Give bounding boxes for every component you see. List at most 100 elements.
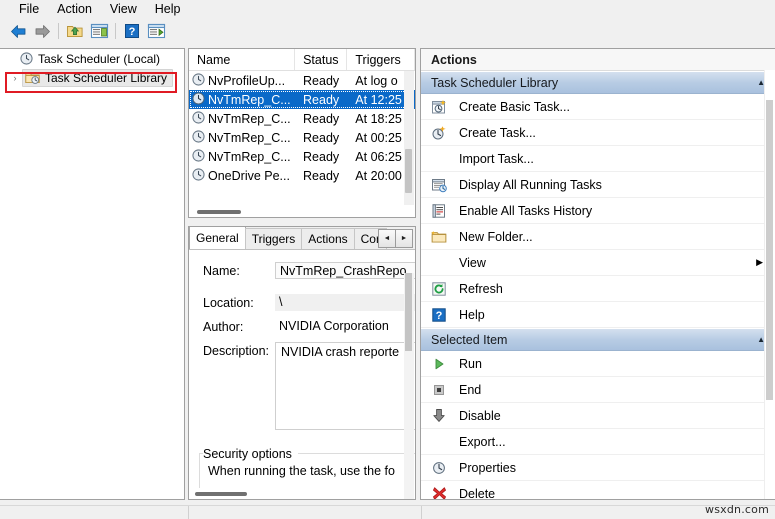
table-row[interactable]: NvTmRep_C... Ready At 06:25 <box>189 147 415 166</box>
action-disable[interactable]: Disable <box>421 403 775 429</box>
cell-name: NvProfileUp... <box>208 73 286 88</box>
actions-pane-title: Actions <box>421 49 775 71</box>
action-enable-all-tasks-history[interactable]: Enable All Tasks History <box>421 198 775 224</box>
action-import-task[interactable]: Import Task... <box>421 146 775 172</box>
table-row[interactable]: NvTmRep_C... Ready At 18:25 <box>189 109 415 128</box>
properties-clock-icon <box>429 459 449 477</box>
menu-help[interactable]: Help <box>146 0 190 19</box>
task-scheduler-window: File Action View Help ? Task Scheduler (… <box>0 0 775 519</box>
back-button[interactable] <box>7 21 29 42</box>
description-field[interactable]: NVIDIA crash reporte <box>275 342 415 430</box>
cell-status: Ready <box>303 149 340 164</box>
action-delete[interactable]: Delete <box>421 481 775 499</box>
tree-item-task-scheduler-library[interactable]: › Task Scheduler Library <box>0 68 184 87</box>
help-button[interactable]: ? <box>121 21 143 42</box>
action-refresh[interactable]: Refresh <box>421 276 775 302</box>
status-bar <box>0 505 775 519</box>
end-stop-icon <box>429 381 449 399</box>
delete-x-icon <box>429 485 449 499</box>
tab-actions[interactable]: Actions <box>301 228 355 249</box>
author-field-label: Author: <box>203 320 244 334</box>
table-row[interactable]: NvProfileUp... Ready At log o <box>189 71 415 90</box>
tree-item-task-scheduler-local[interactable]: Task Scheduler (Local) <box>0 49 184 68</box>
console-tree-pane: Task Scheduler (Local) › Task Scheduler … <box>0 48 185 500</box>
menu-bar: File Action View Help <box>0 0 775 19</box>
actions-group-label: Selected Item <box>431 332 508 347</box>
column-header-name[interactable]: Name <box>189 49 296 70</box>
tree-item-label: Task Scheduler (Local) <box>38 51 161 66</box>
action-help[interactable]: ? Help <box>421 302 775 328</box>
location-value: \ <box>275 294 415 311</box>
table-row[interactable]: OneDrive Pe... Ready At 20:00 <box>189 166 415 185</box>
status-cell-list <box>189 506 422 519</box>
menu-file[interactable]: File <box>10 0 48 19</box>
show-hide-action-pane-button[interactable] <box>145 21 167 42</box>
up-one-level-button[interactable] <box>64 21 86 42</box>
details-vertical-scrollbar[interactable] <box>404 273 414 499</box>
action-label: Enable All Tasks History <box>459 203 593 218</box>
name-field[interactable]: NvTmRep_CrashRepo <box>275 262 415 279</box>
chevron-right-icon[interactable]: › <box>8 71 22 85</box>
forward-button[interactable] <box>31 21 53 42</box>
disable-down-arrow-icon <box>429 407 449 425</box>
tab-scroll-prev-button[interactable]: ◄ <box>378 229 396 248</box>
action-label: Import Task... <box>459 151 534 166</box>
task-list-vertical-scrollbar[interactable] <box>404 71 414 205</box>
task-clock-icon <box>192 91 205 108</box>
task-list-horizontal-scrollbar[interactable] <box>197 210 241 214</box>
submenu-arrow-icon: ▶ <box>756 257 763 267</box>
action-label: View <box>459 255 486 270</box>
description-field-label: Description: <box>203 344 269 358</box>
create-task-icon <box>429 124 449 142</box>
cell-name: NvTmRep_C... <box>208 149 291 164</box>
tab-general[interactable]: General <box>189 227 246 249</box>
menu-action[interactable]: Action <box>48 0 101 19</box>
action-create-task[interactable]: Create Task... <box>421 120 775 146</box>
action-label: Display All Running Tasks <box>459 177 602 192</box>
column-header-status[interactable]: Status <box>295 49 348 70</box>
scrollbar-thumb[interactable] <box>766 100 773 400</box>
action-create-basic-task[interactable]: Create Basic Task... <box>421 94 775 120</box>
action-label: Create Task... <box>459 125 536 140</box>
action-run[interactable]: Run <box>421 351 775 377</box>
actions-group-header-selected-item[interactable]: Selected Item ▲ <box>421 328 775 351</box>
action-new-folder[interactable]: New Folder... <box>421 224 775 250</box>
action-view[interactable]: View ▶ <box>421 250 775 276</box>
up-folder-icon <box>67 26 83 38</box>
table-row[interactable]: NvTmRep_C... Ready At 12:25 <box>189 90 415 109</box>
refresh-icon <box>429 280 449 298</box>
tree-item-label: Task Scheduler Library <box>45 70 168 85</box>
no-icon-placeholder <box>429 150 449 168</box>
show-hide-console-tree-button[interactable] <box>88 21 110 42</box>
details-horizontal-scrollbar[interactable] <box>195 492 247 496</box>
menu-view[interactable]: View <box>101 0 146 19</box>
action-display-all-running-tasks[interactable]: Display All Running Tasks <box>421 172 775 198</box>
show-hide-action-pane-icon <box>147 23 165 39</box>
tab-scroll-next-button[interactable]: ► <box>395 229 413 248</box>
action-export[interactable]: Export... <box>421 429 775 455</box>
tab-triggers[interactable]: Triggers <box>244 228 303 249</box>
toolbar: ? <box>0 19 775 44</box>
column-header-triggers[interactable]: Triggers <box>347 49 415 70</box>
actions-pane-scrollbar[interactable] <box>764 70 775 499</box>
cell-name: NvTmRep_C... <box>208 92 291 107</box>
help-icon: ? <box>125 24 139 38</box>
table-row[interactable]: NvTmRep_C... Ready At 00:25 <box>189 128 415 147</box>
action-end[interactable]: End <box>421 377 775 403</box>
action-label: Refresh <box>459 281 503 296</box>
action-properties[interactable]: Properties <box>421 455 775 481</box>
scrollbar-thumb[interactable] <box>405 149 412 193</box>
general-tab-body: Name: NvTmRep_CrashRepo Location: \ Auth… <box>189 250 415 499</box>
scrollbar-thumb[interactable] <box>405 273 412 351</box>
actions-group-label: Task Scheduler Library <box>431 75 559 90</box>
action-label: New Folder... <box>459 229 533 244</box>
tab-scroll-buttons: ◄ ► <box>378 229 413 248</box>
show-hide-console-tree-icon <box>90 23 108 39</box>
help-icon: ? <box>429 306 449 324</box>
action-label: Export... <box>459 434 506 449</box>
cell-name: NvTmRep_C... <box>208 130 291 145</box>
no-icon-placeholder <box>429 433 449 451</box>
cell-status: Ready <box>303 111 340 126</box>
action-label: End <box>459 382 482 397</box>
actions-group-header-library[interactable]: Task Scheduler Library ▲ <box>421 71 775 94</box>
